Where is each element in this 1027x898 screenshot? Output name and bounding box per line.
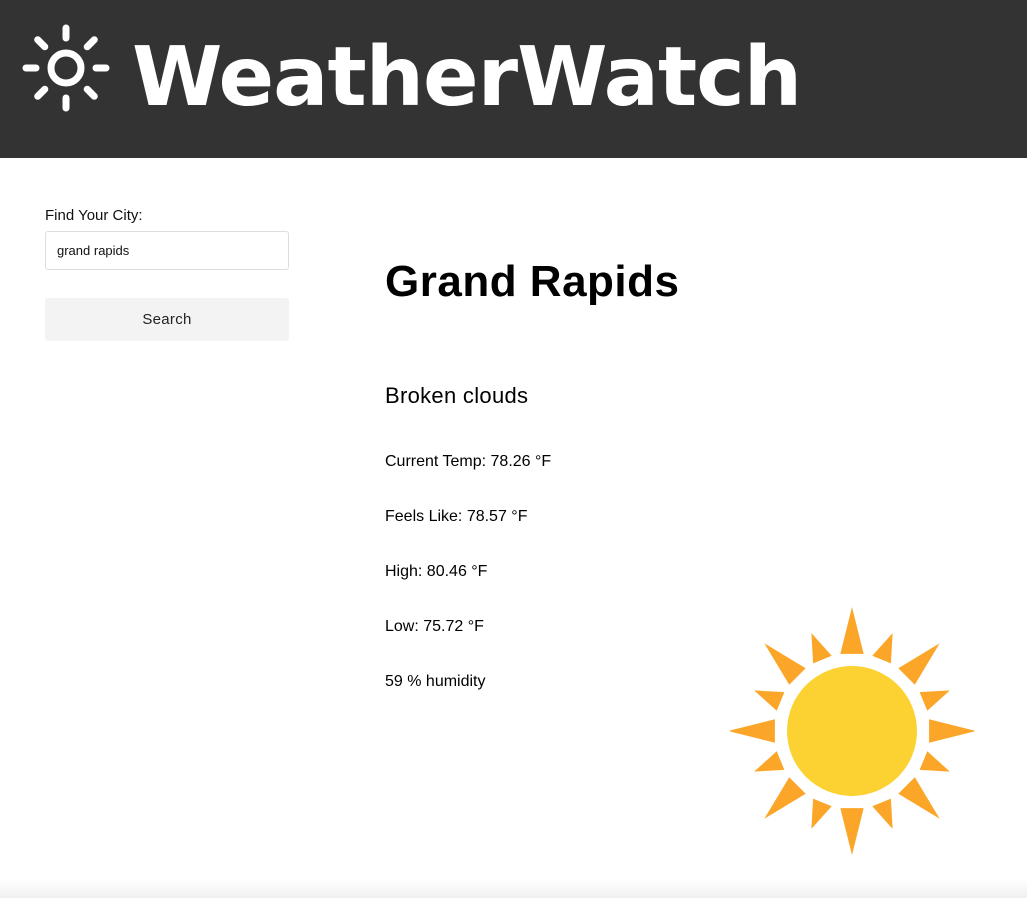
- sun-icon: [22, 24, 110, 112]
- high-temp: High: 80.46 °F: [385, 563, 488, 580]
- sun-ray: [840, 808, 864, 855]
- sun-ray: [898, 643, 940, 685]
- sun-ray: [898, 777, 940, 819]
- sun-ray: [840, 607, 864, 654]
- search-button[interactable]: Search: [45, 298, 289, 341]
- current-temp: Current Temp: 78.26 °F: [385, 453, 552, 470]
- weather-description: Broken clouds: [385, 383, 529, 408]
- sun-ray: [929, 719, 975, 743]
- city-name: Grand Rapids: [385, 257, 680, 306]
- sun-ray: [872, 798, 893, 829]
- sun-ray: [811, 798, 832, 829]
- sun-ray: [754, 751, 785, 772]
- city-search-input[interactable]: [45, 231, 289, 270]
- app-header: WeatherWatch: [0, 0, 1027, 158]
- brand-title: WeatherWatch: [132, 30, 802, 125]
- sun-ray: [811, 633, 832, 664]
- sun-ray: [764, 777, 806, 819]
- low-temp: Low: 75.72 °F: [385, 618, 484, 635]
- humidity: 59 % humidity: [385, 673, 486, 690]
- sun-ray: [919, 690, 950, 711]
- feels-like: Feels Like: 78.57 °F: [385, 508, 528, 525]
- search-label: Find Your City:: [45, 207, 143, 224]
- footer-shadow: [0, 878, 1027, 898]
- sun-ray: [919, 751, 950, 772]
- sun-core: [787, 666, 917, 796]
- sun-weather-icon: [730, 607, 975, 855]
- sun-ray: [764, 643, 806, 685]
- sun-ray: [872, 633, 893, 664]
- sun-ray: [730, 719, 775, 743]
- sun-ray: [754, 690, 785, 711]
